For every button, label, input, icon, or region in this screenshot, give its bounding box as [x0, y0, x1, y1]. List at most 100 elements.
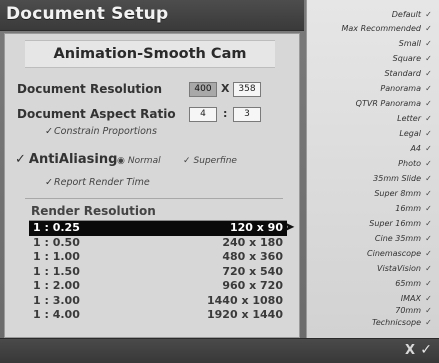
antialias-superfine-radio[interactable]: ✓ Superfine [183, 156, 237, 166]
preset-label: 70mm [395, 306, 421, 315]
resolution-separator: X [221, 82, 230, 95]
render-resolution-row[interactable]: 1 : 0.25 120 x 90 ➤ [29, 221, 295, 236]
check-icon: ✓ [425, 294, 432, 303]
preset-item-qtvr-panorama[interactable]: QTVR Panorama ✓ [356, 99, 433, 108]
preset-label: A4 [410, 144, 421, 153]
preset-item-legal[interactable]: Legal ✓ [399, 129, 433, 138]
render-resolution-row[interactable]: 1 : 1.50 720 x 540 [29, 265, 287, 280]
preset-item-imax[interactable]: IMAX ✓ [401, 294, 433, 303]
render-resolution-row[interactable]: 1 : 4.00 1920 x 1440 [29, 308, 287, 323]
preset-item-panorama[interactable]: Panorama ✓ [380, 84, 433, 93]
row-dimensions: 240 x 180 [222, 235, 283, 249]
check-icon: ✓ [425, 318, 432, 327]
row-ratio: 1 : 1.50 [33, 264, 80, 278]
constrain-proportions-label: Constrain Proportions [54, 126, 157, 137]
check-icon: ✓ [425, 279, 432, 288]
check-icon: ✓ [425, 144, 432, 153]
preset-label: 35mm Slide [373, 174, 421, 183]
antialiasing-toggle[interactable]: ✓ AntiAliasing [15, 152, 117, 167]
section-divider [25, 198, 283, 199]
preset-label: Cine 35mm [374, 234, 421, 243]
cancel-button[interactable]: X [405, 343, 415, 358]
preset-label: Letter [397, 114, 421, 123]
presets-panel: Default ✓ Max Recommended ✓ Small ✓ Square ✓… [306, 0, 439, 338]
antialias-normal-radio[interactable]: ◉ Normal [117, 156, 161, 166]
preset-label: Super 8mm [374, 189, 421, 198]
render-resolution-row[interactable]: 1 : 1.00 480 x 360 [29, 250, 287, 265]
preset-item-letter[interactable]: Letter ✓ [397, 114, 433, 123]
check-icon: ✓ [425, 264, 432, 273]
row-dimensions: 1440 x 1080 [207, 293, 283, 307]
preset-label: 65mm [395, 279, 421, 288]
document-setup-window: Document Setup Animation-Smooth Cam Docu… [0, 0, 439, 363]
preset-item-cine-35mm[interactable]: Cine 35mm ✓ [375, 234, 433, 243]
preset-label: Cinemascope [367, 249, 421, 258]
aspect-ratio-a-field[interactable]: 4 [189, 107, 217, 122]
check-icon: ✓ [425, 204, 432, 213]
row-ratio: 1 : 0.25 [33, 221, 80, 234]
preset-label: Panorama [380, 84, 421, 93]
ok-button[interactable]: ✓ [420, 342, 432, 358]
camera-name-header: Animation-Smooth Cam [25, 40, 275, 68]
row-ratio: 1 : 2.00 [33, 279, 80, 292]
preset-item-technicsope[interactable]: Technicsope ✓ [372, 318, 433, 327]
preset-label: IMAX [400, 294, 421, 303]
aspect-ratio-separator: : [223, 107, 228, 120]
row-dimensions: 480 x 360 [222, 250, 283, 263]
row-dimensions: 960 x 720 [222, 279, 283, 292]
preset-label: VistaVision [377, 264, 421, 273]
preset-item-default[interactable]: Default ✓ [392, 10, 433, 19]
preset-label: Legal [399, 129, 421, 138]
render-resolution-list: 1 : 0.25 120 x 90 ➤ 1 : 0.50 240 x 180 1… [29, 220, 295, 338]
preset-label: 16mm [395, 204, 421, 213]
preset-item-square[interactable]: Square ✓ [393, 54, 433, 63]
bottom-bar: X ✓ [0, 338, 439, 363]
aspect-ratio-label: Document Aspect Ratio [17, 107, 176, 121]
document-resolution-label: Document Resolution [17, 82, 163, 96]
resolution-height-field[interactable]: 358 [233, 82, 261, 97]
report-render-time-label: Report Render Time [54, 177, 150, 188]
resolution-width-field[interactable]: 400 [189, 82, 217, 97]
check-icon: ✓ [45, 126, 53, 137]
check-icon: ✓ [425, 69, 432, 78]
preset-item-70mm[interactable]: 70mm ✓ [395, 306, 433, 315]
aspect-ratio-b-field[interactable]: 3 [233, 107, 261, 122]
check-icon: ✓ [425, 84, 432, 93]
preset-label: Max Recommended [341, 24, 421, 33]
preset-label: Technicsope [371, 318, 421, 327]
camera-name: Animation-Smooth Cam [53, 46, 247, 62]
row-dimensions: 1920 x 1440 [207, 308, 283, 321]
preset-item-cinemascope[interactable]: Cinemascope ✓ [367, 249, 433, 258]
preset-item-35mm-slide[interactable]: 35mm Slide ✓ [373, 174, 433, 183]
render-resolution-row[interactable]: 1 : 3.00 1440 x 1080 [29, 294, 287, 309]
window-title: Document Setup [6, 4, 169, 24]
preset-label: Small [398, 39, 421, 48]
radio-unselected-icon: ✓ [183, 156, 191, 166]
preset-item-a4[interactable]: A4 ✓ [410, 144, 433, 153]
preset-item-standard[interactable]: Standard ✓ [384, 69, 433, 78]
check-icon: ✓ [425, 24, 432, 33]
check-icon: ✓ [15, 152, 26, 167]
preset-item-super-8mm[interactable]: Super 8mm ✓ [374, 189, 433, 198]
preset-label: Default [391, 10, 421, 19]
render-resolution-row[interactable]: 1 : 0.50 240 x 180 [29, 236, 287, 251]
preset-item-photo[interactable]: Photo ✓ [398, 159, 433, 168]
antialias-normal-label: Normal [127, 156, 161, 166]
preset-item-16mm[interactable]: 16mm ✓ [395, 204, 433, 213]
mouse-pointer-icon: ➤ [284, 220, 295, 235]
row-ratio: 1 : 3.00 [33, 293, 80, 307]
check-icon: ✓ [425, 234, 432, 243]
render-resolution-row[interactable]: 1 : 2.00 960 x 720 [29, 279, 287, 294]
preset-item-small[interactable]: Small ✓ [399, 39, 433, 48]
check-icon: ✓ [425, 10, 432, 19]
row-ratio: 1 : 4.00 [33, 308, 80, 321]
check-icon: ✓ [425, 306, 432, 315]
constrain-proportions-checkbox[interactable]: ✓Constrain Proportions [45, 126, 157, 137]
report-render-time-checkbox[interactable]: ✓Report Render Time [45, 177, 150, 188]
preset-item-max-recommended[interactable]: Max Recommended ✓ [341, 24, 433, 33]
preset-item-super-16mm[interactable]: Super 16mm ✓ [369, 219, 433, 228]
preset-item-65mm[interactable]: 65mm ✓ [395, 279, 433, 288]
preset-label: QTVR Panorama [355, 99, 421, 108]
settings-panel: Animation-Smooth Cam Document Resolution… [4, 33, 300, 338]
preset-item-vistavision[interactable]: VistaVision ✓ [377, 264, 433, 273]
